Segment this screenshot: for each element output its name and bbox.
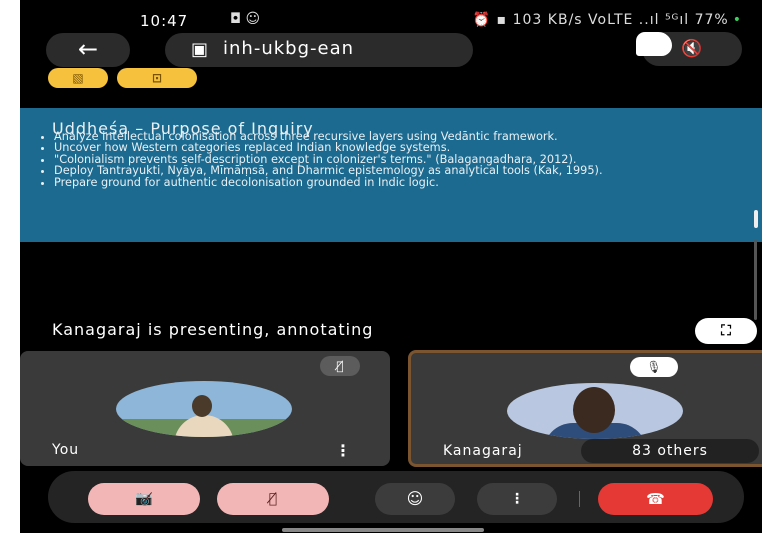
participant-tile-presenter[interactable]: 🎙 Kanagaraj 83 others — [408, 350, 762, 467]
fullscreen-button[interactable]: ⛶ — [695, 318, 757, 344]
slide-bullet: Deploy Tantrayukti, Nyāya, Mīmāṃsā, and … — [54, 165, 762, 177]
meeting-code: inh-ukbg-ean — [223, 38, 355, 59]
more-options-button[interactable]: ⋮ — [477, 483, 557, 515]
more-options-icon[interactable]: ⋮ — [335, 441, 351, 460]
presenting-status: Kanagaraj is presenting, annotating — [52, 320, 374, 339]
mic-off-icon: 🎙̸ — [320, 356, 360, 376]
participant-name: You — [52, 442, 80, 458]
avatar-figure-head — [192, 395, 212, 417]
home-indicator[interactable] — [282, 528, 484, 532]
avatar-you — [116, 381, 292, 437]
presentation-chip[interactable]: ⊡ — [117, 68, 197, 88]
slide-bullets: Analyze intellectual colonisation across… — [32, 131, 762, 188]
phone-screen: 10:47 ◘ ☺ ⏰ ▪ 103 KB/s VoLTE ..ıl ⁵ᴳıl 7… — [20, 0, 762, 533]
fullscreen-icon: ⛶ — [721, 323, 731, 339]
status-time: 10:47 — [140, 12, 189, 30]
calendar-icon: ▣ — [191, 39, 209, 60]
reactions-button[interactable]: ☺ — [375, 483, 455, 515]
status-bar: 10:47 ◘ ☺ ⏰ ▪ 103 KB/s VoLTE ..ıl ⁵ᴳıl 7… — [20, 8, 762, 34]
notification-icons: ◘ ☺ — [230, 11, 261, 27]
participant-name: Kanagaraj — [443, 443, 523, 459]
call-controls-bar: 📷̸ 🎙̸ ☺ ⋮ ☎ — [48, 471, 744, 523]
presentation-icon: ⊡ — [151, 71, 163, 85]
back-button[interactable]: ← — [46, 33, 130, 67]
speaker-muted-icon: 🔇 — [681, 39, 703, 59]
divider — [579, 491, 580, 507]
speaker-button[interactable]: 🔇 — [636, 32, 742, 66]
scroll-track[interactable] — [754, 240, 757, 320]
avatar-presenter — [507, 383, 683, 439]
hang-up-icon: ☎ — [646, 490, 665, 508]
more-vertical-icon: ⋮ — [510, 491, 524, 507]
speaker-overlay-shape — [636, 32, 672, 56]
charging-dot: • — [732, 12, 742, 28]
slide-bullet: Prepare ground for authentic decolonisat… — [54, 176, 762, 188]
end-call-button[interactable]: ☎ — [598, 483, 713, 515]
scroll-thumb[interactable] — [754, 210, 758, 228]
shared-slide: Uddheśa – Purpose of Inquiry Analyze int… — [20, 108, 762, 242]
back-arrow-icon: ← — [77, 35, 99, 63]
camera-toggle-button[interactable]: 📷̸ — [88, 483, 200, 515]
status-indicators: ⏰ ▪ 103 KB/s VoLTE ..ıl ⁵ᴳıl 77% • — [473, 12, 742, 28]
mic-off-icon: 🎙̸ — [268, 491, 278, 507]
avatar-figure-head — [573, 387, 615, 433]
status-right-text: ⏰ ▪ 103 KB/s VoLTE ..ıl ⁵ᴳıl 77% — [472, 12, 729, 28]
camera-off-icon: ▧ — [72, 71, 84, 85]
mic-toggle-button[interactable]: 🎙̸ — [217, 483, 329, 515]
camera-off-icon: 📷̸ — [135, 491, 153, 507]
participant-tile-you[interactable]: 🎙̸ You ⋮ — [20, 351, 390, 466]
camera-off-chip[interactable]: ▧ — [48, 68, 108, 88]
others-count-button[interactable]: 83 others — [581, 439, 759, 463]
emoji-icon: ☺ — [406, 489, 424, 508]
meeting-info-button[interactable]: ▣ inh-ukbg-ean — [165, 33, 473, 67]
speaking-mic-icon: 🎙 — [630, 357, 678, 377]
